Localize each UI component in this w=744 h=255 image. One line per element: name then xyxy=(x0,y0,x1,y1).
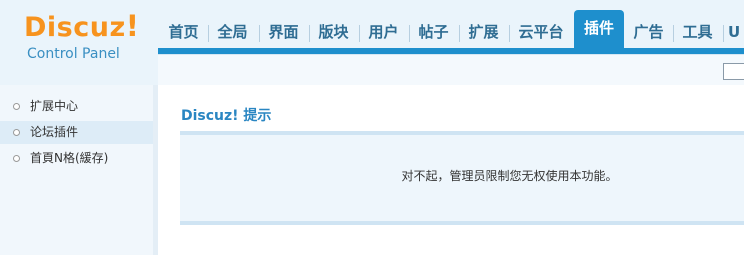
tab-cloud-platform[interactable]: 云平台 xyxy=(511,17,571,50)
message-box: 对不起，管理员限制您无权使用本功能。 xyxy=(180,131,744,225)
nav-divider xyxy=(673,25,674,42)
tab-extensions[interactable]: 扩展 xyxy=(461,17,506,50)
sidebar-item-forum-plugins[interactable]: 论坛插件 xyxy=(0,121,153,144)
header: Discuz! Control Panel 首页 全局 界面 版块 用户 帖子 … xyxy=(0,0,744,85)
page-title: Discuz! 提示 xyxy=(181,108,272,124)
permission-message: 对不起，管理员限制您无权使用本功能。 xyxy=(401,169,618,183)
nav-divider xyxy=(723,25,724,42)
sidebar-item-label: 首頁N格(緩存) xyxy=(30,151,109,165)
sidebar-item-label: 论坛插件 xyxy=(30,125,79,139)
nav-divider xyxy=(208,25,209,42)
tab-plugins[interactable]: 插件 xyxy=(574,10,624,50)
logo[interactable]: Discuz! Control Panel xyxy=(0,0,158,85)
search-input[interactable] xyxy=(723,63,744,80)
nav-divider xyxy=(509,25,510,42)
tab-users[interactable]: 用户 xyxy=(361,17,406,50)
nav-divider xyxy=(459,25,460,42)
tab-tools[interactable]: 工具 xyxy=(675,17,720,50)
nav-divider xyxy=(409,25,410,42)
tab-ads[interactable]: 广告 xyxy=(626,17,671,50)
tab-forums[interactable]: 版块 xyxy=(311,17,356,50)
logo-wordmark: Discuz! xyxy=(24,9,140,43)
bullet-icon xyxy=(13,129,20,136)
tab-global[interactable]: 全局 xyxy=(210,17,255,50)
bullet-icon xyxy=(13,103,20,110)
sidebar-item-extension-center[interactable]: 扩展中心 xyxy=(0,95,153,118)
admin-control-panel: Discuz! Control Panel 首页 全局 界面 版块 用户 帖子 … xyxy=(0,0,744,255)
main-content: Discuz! 提示 对不起，管理员限制您无权使用本功能。 xyxy=(158,85,744,255)
tab-ucenter[interactable]: U xyxy=(728,17,744,50)
tab-posts[interactable]: 帖子 xyxy=(411,17,456,50)
sub-nav-bar xyxy=(158,54,744,85)
sidebar-item-label: 扩展中心 xyxy=(30,99,79,113)
nav-divider xyxy=(359,25,360,42)
bullet-icon xyxy=(13,155,20,162)
logo-subtitle: Control Panel xyxy=(27,46,120,62)
nav-divider xyxy=(259,25,260,42)
nav-divider xyxy=(309,25,310,42)
tab-interface[interactable]: 界面 xyxy=(261,17,306,50)
sidebar: 扩展中心 论坛插件 首頁N格(緩存) xyxy=(0,85,158,255)
tab-home[interactable]: 首页 xyxy=(161,17,206,50)
sidebar-item-homepage-grid-cache[interactable]: 首頁N格(緩存) xyxy=(0,147,153,170)
